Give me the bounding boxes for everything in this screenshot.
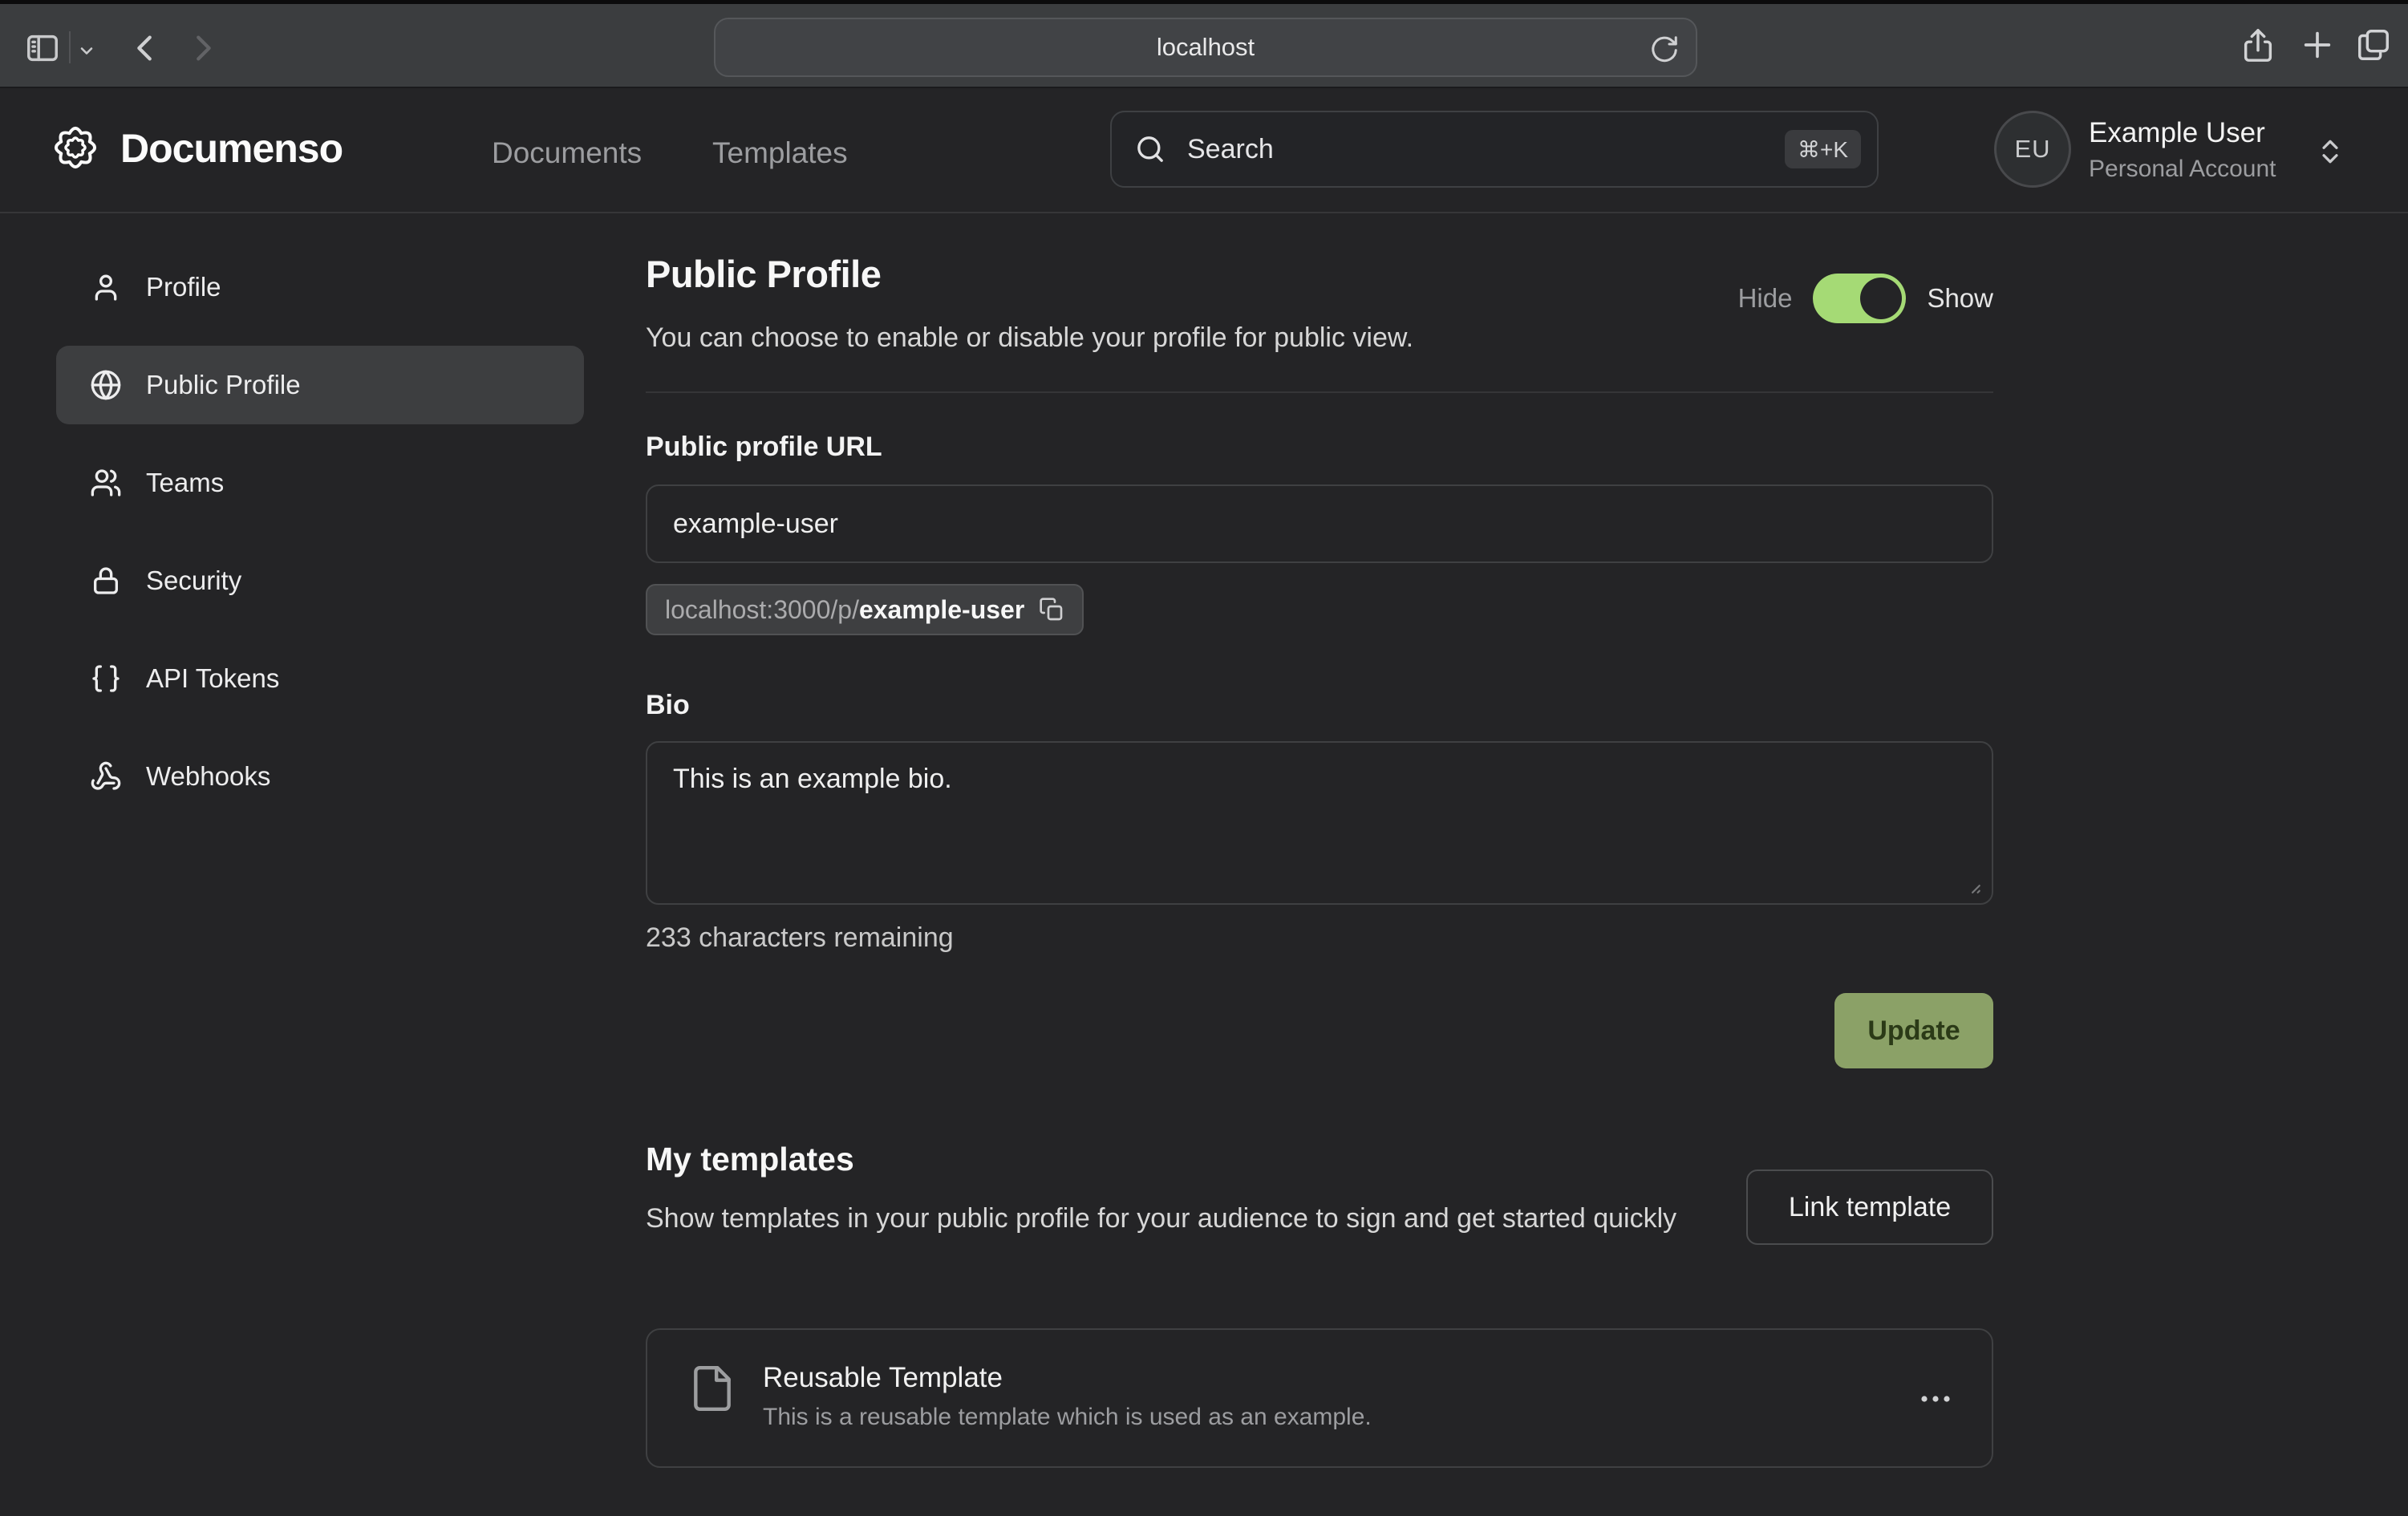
webhook-icon (90, 760, 122, 792)
lock-icon (90, 565, 122, 597)
sidebar-item-webhooks[interactable]: Webhooks (56, 737, 584, 816)
copy-icon[interactable] (1039, 597, 1064, 622)
sidebar-item-label: Public Profile (146, 370, 301, 400)
bio-label: Bio (646, 690, 690, 721)
share-icon[interactable] (2240, 26, 2276, 63)
template-list-item: Reusable Template This is a reusable tem… (646, 1328, 1993, 1468)
new-tab-icon[interactable] (2299, 26, 2336, 63)
template-title: Reusable Template (763, 1362, 1003, 1394)
address-url: localhost (1157, 33, 1255, 62)
bio-textarea[interactable]: This is an example bio. (646, 741, 1993, 905)
page-title: Public Profile (646, 252, 881, 296)
search-icon (1134, 133, 1166, 165)
sidebar-toggle-icon[interactable] (24, 30, 61, 67)
app-header: Documenso Documents Templates Search ⌘+K… (0, 88, 2408, 213)
toggle-knob (1860, 278, 1902, 319)
template-description: This is a reusable template which is use… (763, 1404, 1372, 1431)
tabs-overview-icon[interactable] (2355, 26, 2392, 63)
users-icon (90, 467, 122, 499)
templates-section-title: My templates (646, 1141, 854, 1178)
user-name: Example User (2089, 117, 2265, 149)
sidebar-item-label: API Tokens (146, 663, 279, 694)
avatar[interactable]: EU (1994, 111, 2071, 188)
toolbar-divider (69, 31, 71, 63)
address-bar[interactable]: localhost (714, 18, 1697, 77)
documenso-logo-icon[interactable] (50, 122, 101, 173)
profile-visibility-toggle-row: Hide Show (1738, 273, 1993, 324)
link-template-button[interactable]: Link template (1746, 1169, 1993, 1245)
profile-url-preview-chip[interactable]: localhost:3000/p/example-user (646, 584, 1084, 635)
brand-name[interactable]: Documenso (120, 125, 343, 172)
templates-section-description: Show templates in your public profile fo… (646, 1198, 1745, 1239)
sidebar-item-label: Profile (146, 272, 221, 302)
page-subtitle: You can choose to enable or disable your… (646, 322, 1413, 354)
avatar-initials: EU (2014, 135, 2050, 164)
sidebar-item-label: Teams (146, 468, 224, 498)
update-button[interactable]: Update (1834, 993, 1993, 1068)
user-account-type: Personal Account (2089, 156, 2276, 183)
search-placeholder: Search (1187, 134, 1785, 165)
search-input[interactable]: Search ⌘+K (1110, 111, 1879, 188)
characters-remaining: 233 characters remaining (646, 922, 954, 954)
profile-url-slug: example-user (859, 595, 1024, 624)
file-icon (687, 1364, 737, 1413)
settings-sidebar: Profile Public Profile Teams Security AP… (56, 248, 584, 835)
sidebar-item-security[interactable]: Security (56, 541, 584, 620)
profile-url-input[interactable] (646, 484, 1993, 563)
toggle-hide-label: Hide (1738, 283, 1793, 314)
app-root: { "browser": { "url": "localhost", "icon… (0, 0, 2408, 1516)
profile-url-label: Public profile URL (646, 432, 882, 463)
sidebar-item-teams[interactable]: Teams (56, 444, 584, 522)
nav-templates[interactable]: Templates (712, 136, 848, 170)
user-icon (90, 271, 122, 303)
chevrons-up-down-icon[interactable] (2315, 136, 2345, 167)
search-shortcut-badge: ⌘+K (1785, 130, 1861, 168)
browser-toolbar: localhost (0, 0, 2408, 88)
sidebar-item-label: Security (146, 565, 241, 596)
profile-url-prefix: localhost:3000/p/example-user (665, 595, 1024, 625)
sidebar-item-label: Webhooks (146, 761, 270, 792)
globe-icon (90, 369, 122, 401)
back-icon[interactable] (127, 30, 164, 67)
sidebar-item-profile[interactable]: Profile (56, 248, 584, 326)
forward-icon[interactable] (184, 30, 221, 67)
chevron-down-icon[interactable] (77, 41, 96, 60)
braces-icon (90, 663, 122, 695)
nav-documents[interactable]: Documents (492, 136, 642, 170)
section-divider (646, 391, 1993, 393)
toggle-show-label: Show (1927, 283, 1993, 314)
ellipsis-menu-icon[interactable] (1916, 1380, 1955, 1418)
public-profile-settings: Public Profile Hide Show You can choose … (646, 213, 1993, 1516)
refresh-icon[interactable] (1649, 34, 1680, 64)
sidebar-item-public-profile[interactable]: Public Profile (56, 346, 584, 424)
sidebar-item-api-tokens[interactable]: API Tokens (56, 639, 584, 718)
profile-visibility-toggle[interactable] (1813, 274, 1906, 323)
